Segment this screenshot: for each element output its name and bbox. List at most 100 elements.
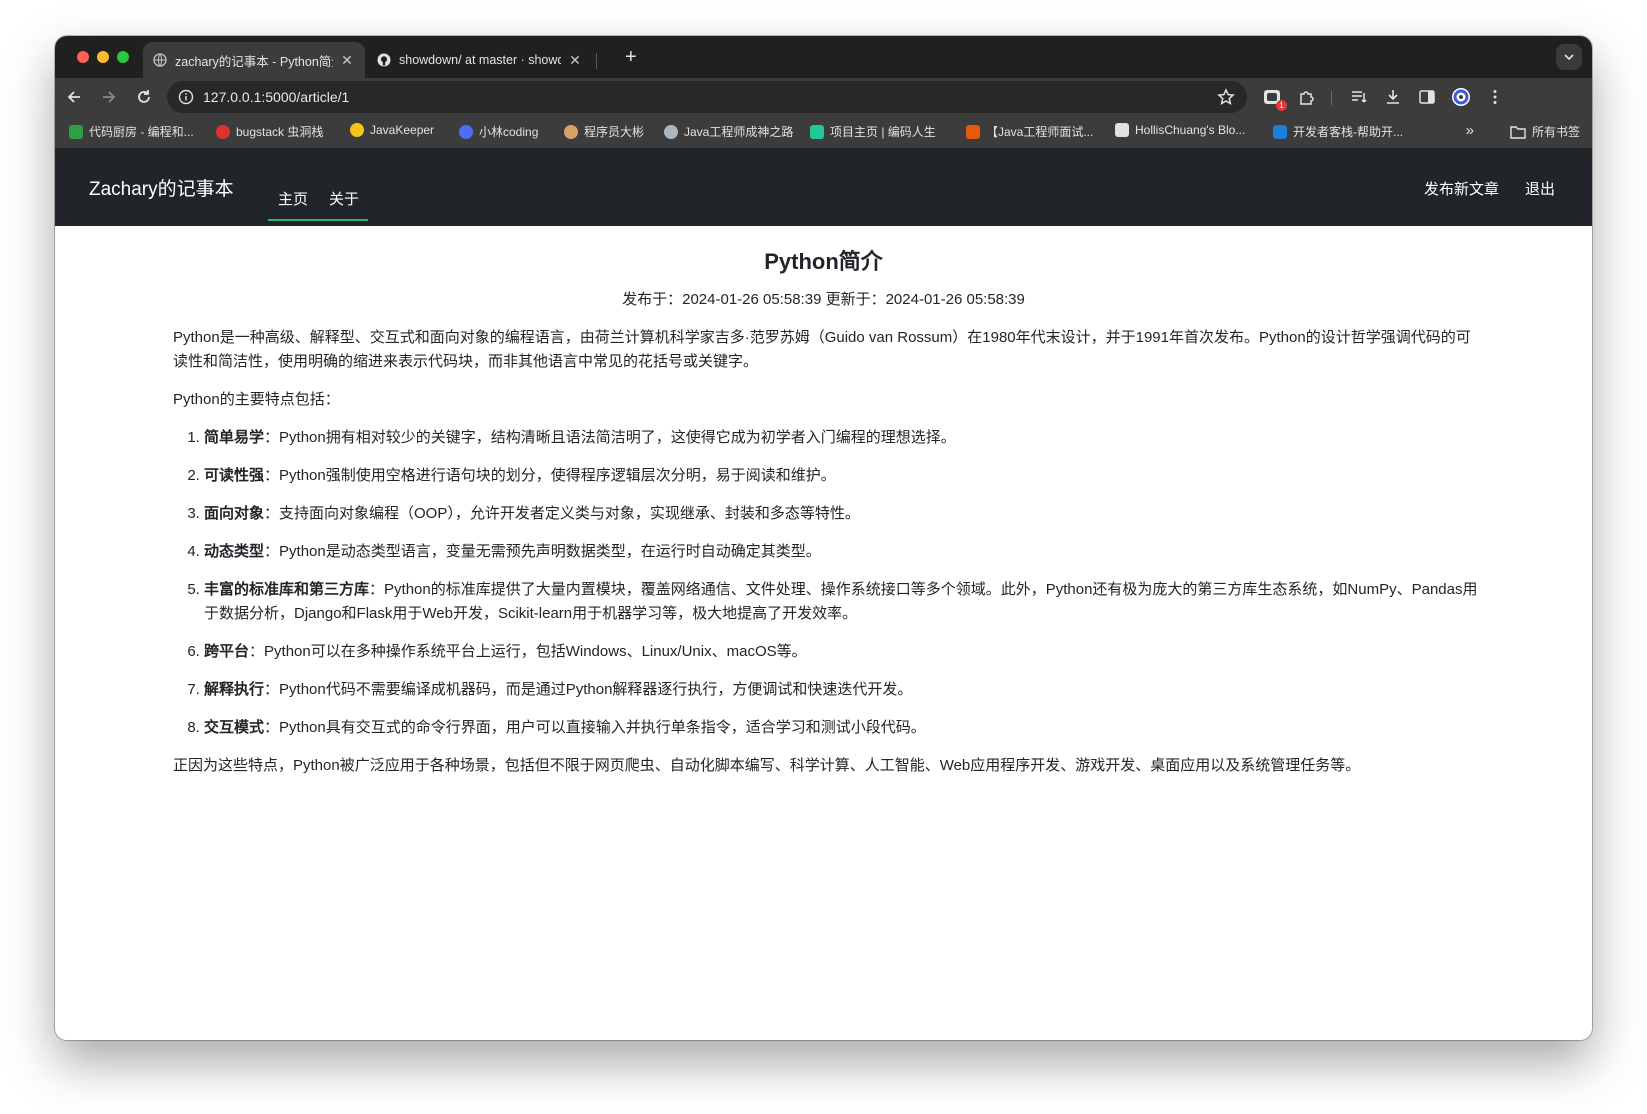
back-button[interactable] — [63, 86, 85, 108]
more-bookmarks-button[interactable]: » — [1466, 122, 1474, 139]
feature-item: 跨平台：Python可以在多种操作系统平台上运行，包括Windows、Linux… — [204, 640, 1478, 664]
article-meta: 发布于：2024-01-26 05:58:39 更新于：2024-01-26 0… — [622, 291, 1025, 308]
bookmark-item[interactable]: 小林coding — [459, 123, 538, 140]
bookmark-favicon-icon — [564, 124, 578, 139]
reload-icon — [138, 90, 150, 103]
site-info-icon[interactable] — [177, 88, 195, 106]
bookmark-favicon-icon — [216, 124, 230, 139]
tab-separator — [596, 53, 597, 69]
more-menu-icon[interactable] — [1485, 87, 1505, 107]
bookmark-favicon-icon — [664, 124, 678, 139]
tab-strip: zachary的记事本 - Python简介 ✕ showdown/ at ma… — [55, 36, 1592, 78]
bookmark-item[interactable]: Java工程师成神之路 — [664, 123, 793, 140]
bookmark-favicon-icon — [1273, 124, 1287, 139]
site-brand[interactable]: Zachary的记事本 — [89, 174, 234, 201]
bookmark-item[interactable]: 程序员大彬 — [564, 123, 644, 140]
bookmark-favicon-icon — [69, 124, 83, 139]
feature-item: 丰富的标准库和第三方库：Python的标准库提供了大量内置模块，覆盖网络通信、文… — [204, 578, 1478, 626]
bookmark-item[interactable]: 代码厨房 - 编程和... — [69, 123, 194, 140]
bookmark-label: Java工程师成神之路 — [684, 125, 794, 139]
feature-item: 解释执行：Python代码不需要编译成机器码，而是通过Python解释器逐行执行… — [204, 678, 1478, 702]
feature-item: 交互模式：Python具有交互式的命令行界面，用户可以直接输入并执行单条指令，适… — [204, 716, 1478, 740]
bookmark-item[interactable]: bugstack 虫洞栈 — [216, 123, 323, 140]
feature-term: 交互模式 — [204, 719, 265, 736]
features-list: 简单易学：Python拥有相对较少的关键字，结构清晰且语法简洁明了，这使得它成为… — [173, 426, 1478, 740]
feature-desc: ：Python强制使用空格进行语句块的划分，使得程序逻辑层次分明，易于阅读和维护… — [264, 467, 836, 484]
site-navbar: Zachary的记事本 主页 关于 发布新文章 退出 — [55, 148, 1592, 226]
article-body: Python是一种高级、解释型、交互式和面向对象的编程语言，由荷兰计算机科学家吉… — [173, 326, 1478, 792]
article-intro: Python是一种高级、解释型、交互式和面向对象的编程语言，由荷兰计算机科学家吉… — [173, 329, 1471, 370]
article-title: Python简介 — [764, 249, 883, 274]
maximize-window-button[interactable] — [117, 51, 129, 63]
feature-desc: ：Python拥有相对较少的关键字，结构清晰且语法简洁明了，这使得它成为初学者入… — [264, 429, 956, 446]
minimize-window-button[interactable] — [97, 51, 109, 63]
url-text[interactable]: 127.0.0.1:5000/article/1 — [203, 89, 349, 105]
github-icon — [377, 53, 391, 67]
bookmark-favicon-icon — [1115, 123, 1129, 137]
feature-term: 解释执行 — [204, 681, 265, 698]
features-heading: Python的主要特点包括： — [173, 391, 340, 408]
all-bookmarks-button[interactable]: 所有书签 — [1510, 123, 1580, 140]
chevron-down-icon — [1564, 54, 1574, 61]
download-icon[interactable] — [1383, 87, 1403, 107]
tab-close-icon[interactable]: ✕ — [339, 52, 355, 69]
bookmark-item[interactable]: HollisChuang's Blo... — [1115, 123, 1245, 137]
forward-button[interactable] — [98, 86, 120, 108]
bookmarks-bar: 代码厨房 - 编程和... bugstack 虫洞栈 JavaKeeper 小林… — [55, 116, 1592, 148]
bookmark-label: 项目主页 | 编码人生 — [830, 125, 936, 139]
nav-link-about[interactable]: 关于 — [329, 188, 359, 209]
bookmark-label: 小林coding — [479, 125, 539, 139]
bookmark-item[interactable]: 项目主页 | 编码人生 — [810, 123, 936, 140]
feature-term: 可读性强 — [204, 467, 265, 484]
address-bar[interactable]: 127.0.0.1:5000/article/1 — [167, 81, 1247, 113]
tab-title: showdown/ at master · showdownjs — [399, 53, 561, 67]
feature-item: 面向对象：支持面向对象编程（OOP），允许开发者定义类与对象，实现继承、封装和多… — [204, 502, 1478, 526]
feature-item: 简单易学：Python拥有相对较少的关键字，结构清晰且语法简洁明了，这使得它成为… — [204, 426, 1478, 450]
tab-active[interactable]: zachary的记事本 - Python简介 ✕ — [143, 42, 365, 78]
profile-avatar-icon[interactable] — [1451, 87, 1471, 107]
close-window-button[interactable] — [77, 51, 89, 63]
folder-icon — [1510, 125, 1526, 139]
reading-list-icon[interactable] — [1349, 87, 1369, 107]
nav-link-home[interactable]: 主页 — [278, 188, 308, 209]
bookmark-item[interactable]: 开发者客栈-帮助开... — [1273, 123, 1403, 140]
feature-desc: ：Python的标准库提供了大量内置模块，覆盖网络通信、文件处理、操作系统接口等… — [204, 581, 1478, 622]
bookmark-favicon-icon — [966, 124, 980, 139]
publish-article-link[interactable]: 发布新文章 — [1424, 178, 1499, 199]
browser-toolbar: 127.0.0.1:5000/article/1 1 — [55, 78, 1592, 116]
extension-icon[interactable]: 1 — [1262, 87, 1287, 111]
arrow-left-icon — [67, 91, 80, 103]
bookmark-star-icon[interactable] — [1217, 88, 1235, 111]
bookmark-item[interactable]: JavaKeeper — [350, 123, 434, 137]
feature-term: 动态类型 — [204, 543, 265, 560]
reload-button[interactable] — [133, 86, 155, 108]
bookmark-label: HollisChuang's Blo... — [1135, 123, 1246, 137]
feature-desc: ：Python是动态类型语言，变量无需预先声明数据类型，在运行时自动确定其类型。 — [264, 543, 821, 560]
all-bookmarks-label: 所有书签 — [1531, 125, 1580, 139]
article-conclusion: 正因为这些特点，Python被广泛应用于各种场景，包括但不限于网页爬虫、自动化脚… — [173, 757, 1361, 774]
feature-term: 面向对象 — [204, 505, 265, 522]
article-container: Python简介 发布于：2024-01-26 05:58:39 更新于：202… — [55, 226, 1592, 1040]
tab-title: zachary的记事本 - Python简介 — [175, 54, 333, 69]
bookmark-label: 代码厨房 - 编程和... — [89, 125, 194, 139]
bookmark-favicon-icon — [810, 124, 824, 139]
feature-item: 可读性强：Python强制使用空格进行语句块的划分，使得程序逻辑层次分明，易于阅… — [204, 464, 1478, 488]
feature-desc: ：支持面向对象编程（OOP），允许开发者定义类与对象，实现继承、封装和多态等特性… — [264, 505, 860, 522]
feature-desc: ：Python代码不需要编译成机器码，而是通过Python解释器逐行执行，方便调… — [264, 681, 913, 698]
feature-desc: ：Python可以在多种操作系统平台上运行，包括Windows、Linux/Un… — [249, 643, 807, 660]
browser-window: zachary的记事本 - Python简介 ✕ showdown/ at ma… — [55, 36, 1592, 1040]
toolbar-separator — [1331, 91, 1332, 105]
puzzle-icon[interactable] — [1297, 87, 1317, 107]
tab-github[interactable]: showdown/ at master · showdownjs ✕ — [367, 42, 593, 78]
side-panel-icon[interactable] — [1417, 87, 1437, 107]
new-tab-button[interactable]: + — [625, 46, 637, 68]
feature-item: 动态类型：Python是动态类型语言，变量无需预先声明数据类型，在运行时自动确定… — [204, 540, 1478, 564]
globe-icon — [153, 53, 167, 67]
active-nav-indicator — [268, 219, 368, 221]
logout-link[interactable]: 退出 — [1525, 178, 1555, 199]
bookmark-item[interactable]: 【Java工程师面试... — [966, 123, 1093, 140]
tab-close-icon[interactable]: ✕ — [567, 52, 583, 69]
bookmark-label: 【Java工程师面试... — [986, 125, 1094, 139]
bookmark-label: 开发者客栈-帮助开... — [1293, 125, 1403, 139]
tab-search-button[interactable] — [1556, 44, 1582, 70]
